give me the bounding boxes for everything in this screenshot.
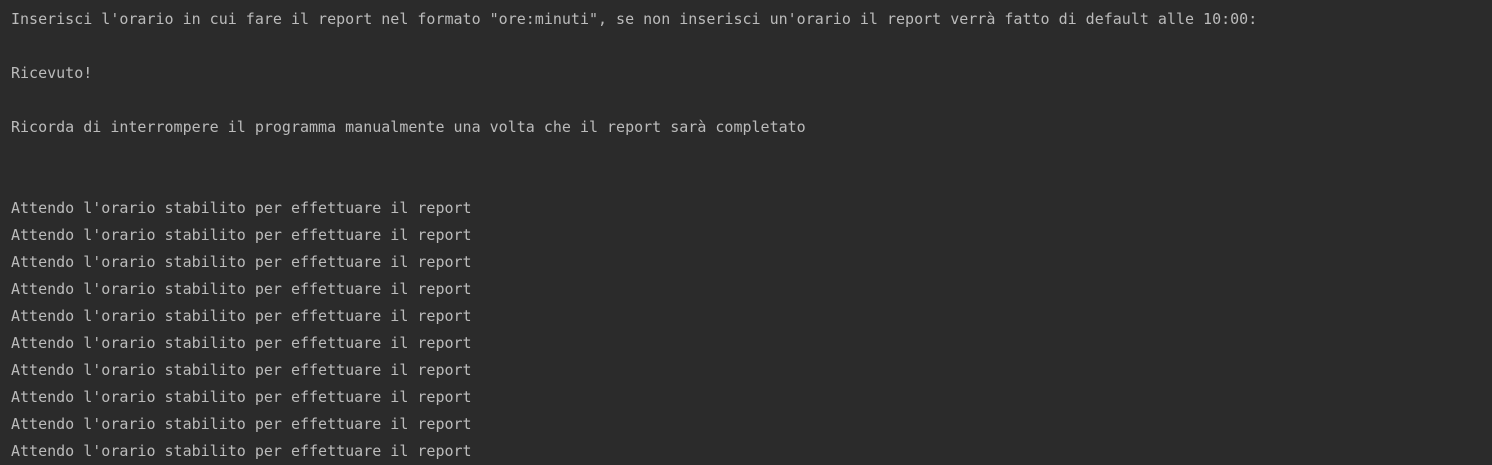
console-line-waiting: Attendo l'orario stabilito per effettuar… [11,253,472,271]
console-line-waiting: Attendo l'orario stabilito per effettuar… [11,226,472,244]
console-line-prompt: Inserisci l'orario in cui fare il report… [11,10,1258,28]
console-line-waiting: Attendo l'orario stabilito per effettuar… [11,280,472,298]
console-line-waiting: Attendo l'orario stabilito per effettuar… [11,442,472,460]
console-output[interactable]: Inserisci l'orario in cui fare il report… [0,0,1492,465]
console-line-waiting: Attendo l'orario stabilito per effettuar… [11,415,472,433]
console-line-reminder: Ricorda di interrompere il programma man… [11,118,806,136]
console-line-waiting: Attendo l'orario stabilito per effettuar… [11,361,472,379]
console-line-waiting: Attendo l'orario stabilito per effettuar… [11,388,472,406]
console-line-waiting: Attendo l'orario stabilito per effettuar… [11,199,472,217]
console-line-waiting: Attendo l'orario stabilito per effettuar… [11,307,472,325]
console-line-received: Ricevuto! [11,64,93,82]
console-line-waiting: Attendo l'orario stabilito per effettuar… [11,334,472,352]
